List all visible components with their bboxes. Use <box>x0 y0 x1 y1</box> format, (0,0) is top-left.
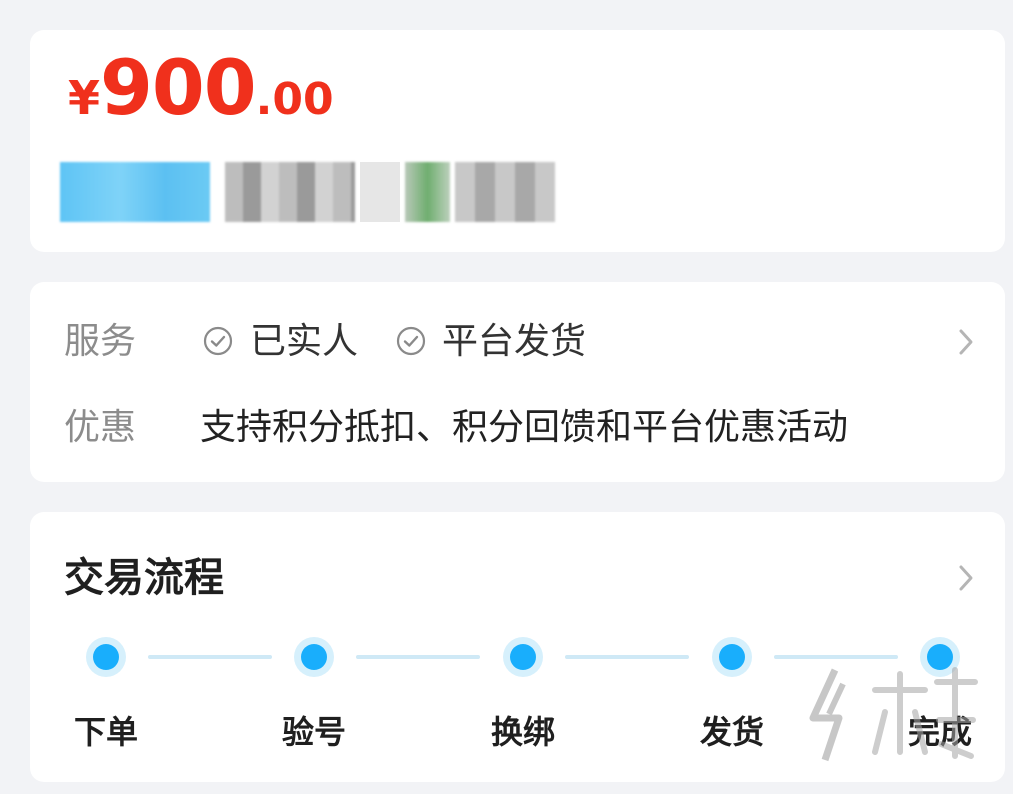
step-dot-deliver <box>712 637 752 677</box>
step-connector <box>148 655 272 659</box>
price-currency: ¥ <box>68 71 101 125</box>
service-label: 服务 <box>64 321 137 362</box>
step-connector <box>565 655 689 659</box>
price: ¥900.00 <box>68 50 334 126</box>
price-integer: 900 <box>100 43 257 132</box>
check-circle-icon <box>203 326 233 356</box>
step-dot-rebind <box>503 637 543 677</box>
promo-label: 优惠 <box>64 407 137 448</box>
pixelated-text <box>455 162 555 222</box>
step-connector <box>774 655 898 659</box>
watermark-logo <box>809 667 978 762</box>
pixelated-text <box>225 162 355 222</box>
price-decimal: .00 <box>255 74 334 125</box>
check-circle-icon <box>396 326 426 356</box>
step-label-order: 下单 <box>73 713 139 751</box>
pixelated-text <box>405 162 450 222</box>
promo-text: 支持积分抵扣、积分回馈和平台优惠活动 <box>200 407 849 448</box>
trade-flow-title: 交易流程 <box>64 555 224 601</box>
service-tag-real-name: 已实人 <box>250 321 359 362</box>
step-dot-order <box>86 637 126 677</box>
price-card: ¥900.00 <box>30 30 1005 252</box>
step-dot-verify <box>294 637 334 677</box>
chevron-right-icon[interactable] <box>958 328 974 356</box>
chevron-right-icon[interactable] <box>958 564 974 592</box>
step-label-deliver: 发货 <box>699 713 765 751</box>
pixelated-title <box>60 162 555 222</box>
service-tag-platform-delivery: 平台发货 <box>442 321 587 362</box>
service-info-card[interactable]: 服务 已实人 平台发货 优惠 支持积分抵扣、积分回馈和平台优惠活动 <box>30 282 1005 482</box>
pixelated-tag <box>60 162 210 222</box>
step-connector <box>356 655 480 659</box>
step-label-verify: 验号 <box>281 713 347 751</box>
pixelated-text <box>360 162 400 222</box>
step-label-rebind: 换绑 <box>490 713 556 751</box>
